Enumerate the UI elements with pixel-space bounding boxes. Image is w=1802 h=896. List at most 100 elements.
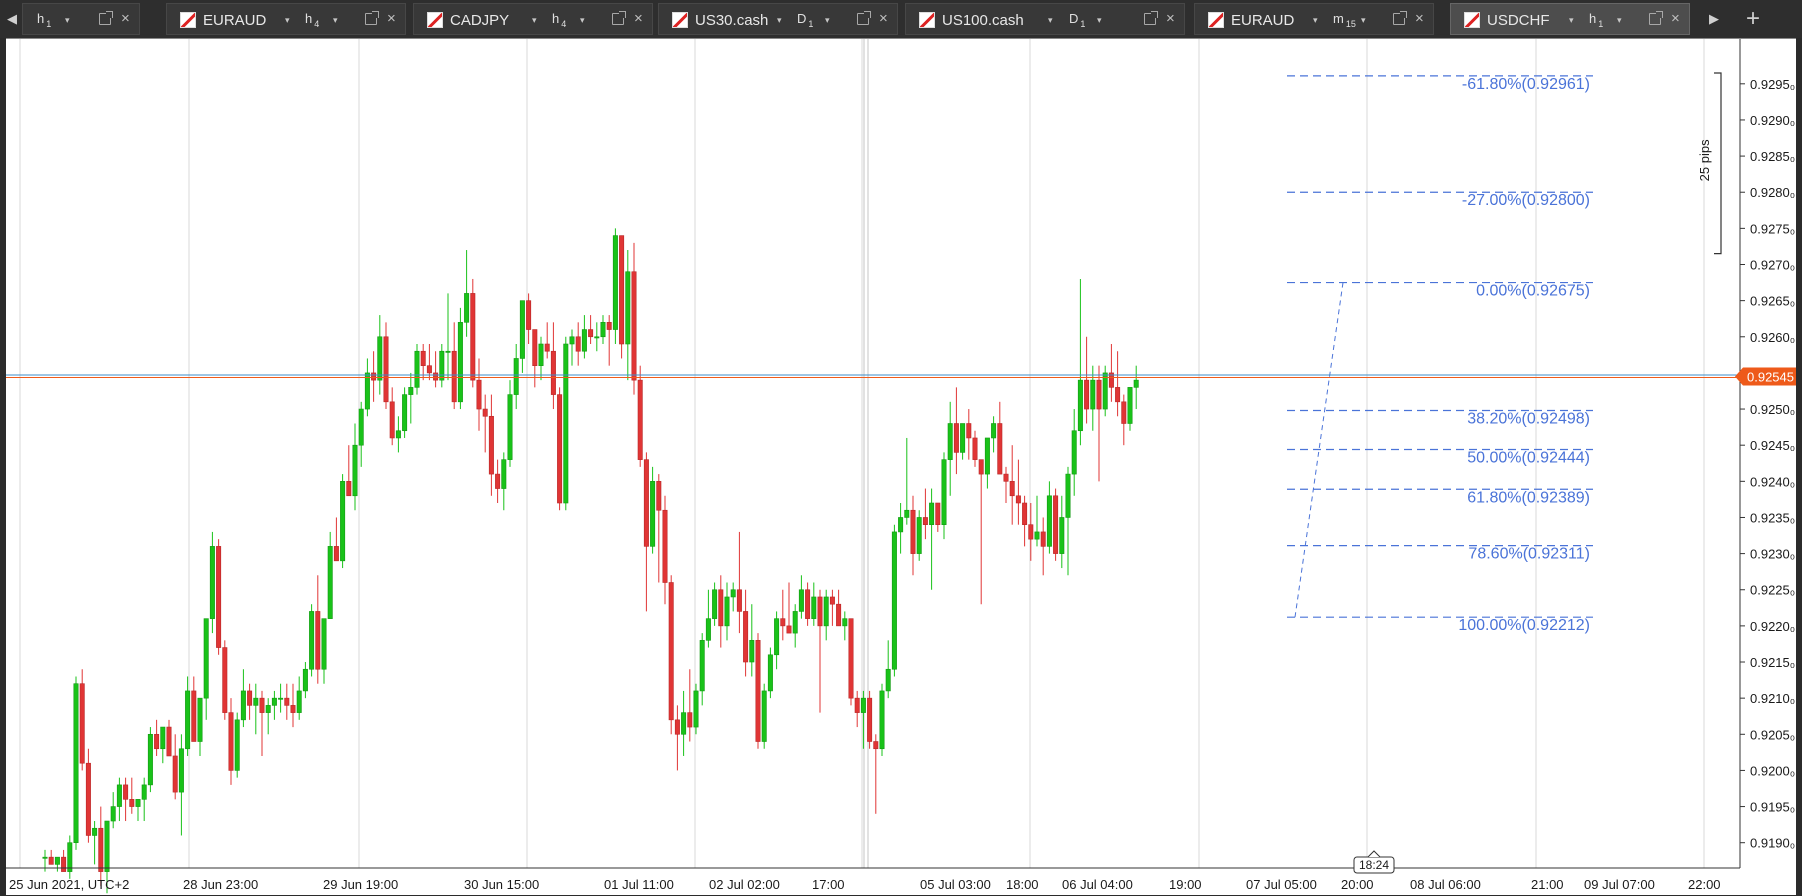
- fib-level-label: 50.00%(0.92444): [1467, 450, 1590, 467]
- price-tick-label: 0.9215₀: [1750, 655, 1795, 670]
- symbol-flag-icon: [180, 12, 196, 28]
- symbol-dropdown-caret-icon[interactable]: ▾: [1569, 15, 1574, 26]
- chart-tab-us30.cash-d1[interactable]: US30.cash ▾ D 1 ▾ ×: [658, 3, 898, 35]
- close-tab-icon[interactable]: ×: [634, 10, 643, 27]
- detach-window-icon[interactable]: [99, 11, 113, 25]
- symbol-dropdown-caret-icon[interactable]: ▾: [777, 15, 782, 26]
- bearish-candle: [557, 394, 563, 504]
- tab-timeframe-label[interactable]: h4: [305, 11, 319, 29]
- bullish-candle: [352, 444, 358, 497]
- bullish-candle: [1077, 379, 1083, 432]
- bullish-candle: [519, 300, 525, 359]
- tab-symbol-label: USDCHF: [1487, 12, 1550, 29]
- bullish-candle: [302, 668, 308, 692]
- bullish-candle: [203, 618, 209, 699]
- time-tick-label: 09 Jul 07:00: [1584, 877, 1655, 892]
- timeframe-dropdown-caret-icon[interactable]: ▾: [1097, 15, 1102, 26]
- tab-timeframe-label[interactable]: h4: [552, 11, 566, 29]
- bullish-candle: [253, 697, 259, 706]
- bullish-candle: [147, 733, 153, 786]
- timeframe-dropdown-caret-icon[interactable]: ▾: [65, 15, 70, 26]
- symbol-dropdown-caret-icon[interactable]: ▾: [285, 15, 290, 26]
- tab-timeframe-label[interactable]: h1: [1589, 11, 1603, 29]
- time-tick-label: 01 Jul 11:00: [604, 877, 674, 892]
- bullish-candle: [1065, 473, 1071, 518]
- bearish-candle: [619, 235, 625, 345]
- scroll-left-arrow-icon[interactable]: ◀: [0, 0, 24, 38]
- chart-tab-us100.cash-d1[interactable]: US100.cash ▾ D 1 ▾ ×: [905, 3, 1185, 35]
- timeframe-dropdown-caret-icon[interactable]: ▾: [1617, 15, 1622, 26]
- bullish-candle: [991, 423, 997, 439]
- close-tab-icon[interactable]: ×: [387, 10, 396, 27]
- detach-window-icon[interactable]: [1144, 11, 1158, 25]
- bullish-candle: [712, 589, 718, 619]
- bearish-candle: [854, 697, 860, 713]
- close-tab-icon[interactable]: ×: [1166, 10, 1175, 27]
- chart-tab-h1[interactable]: h 1 ▾ ×: [22, 3, 140, 35]
- symbol-flag-icon: [1208, 12, 1224, 28]
- symbol-dropdown-caret-icon[interactable]: ▾: [1313, 15, 1318, 26]
- chart-tab-cadjpy-h4[interactable]: CADJPY ▾ h 4 ▾ ×: [413, 3, 653, 35]
- bearish-candle: [1040, 531, 1046, 547]
- scroll-right-arrow-icon[interactable]: ▶: [1702, 0, 1726, 38]
- bearish-candle: [191, 690, 197, 742]
- bearish-candle: [1053, 495, 1059, 554]
- add-tab-plus-icon[interactable]: +: [1738, 0, 1768, 38]
- detach-window-icon[interactable]: [365, 11, 379, 25]
- bearish-candle: [631, 271, 637, 381]
- bearish-candle: [1009, 481, 1015, 497]
- close-tab-icon[interactable]: ×: [121, 10, 130, 27]
- bearish-candle: [85, 762, 91, 836]
- bullish-candle: [916, 517, 922, 554]
- bearish-candle: [1028, 524, 1034, 540]
- tab-timeframe-label[interactable]: m 15: [1333, 11, 1356, 29]
- bearish-candle: [495, 473, 501, 489]
- bullish-candle: [730, 589, 736, 598]
- symbol-dropdown-caret-icon[interactable]: ▾: [532, 15, 537, 26]
- tab-timeframe-label[interactable]: h1: [37, 11, 51, 29]
- bullish-candle: [364, 372, 370, 410]
- detach-window-icon[interactable]: [1649, 11, 1663, 25]
- detach-window-icon[interactable]: [612, 11, 626, 25]
- chart-tab-usdchf-h1[interactable]: USDCHF ▾ h 1 ▾ ×: [1450, 3, 1690, 35]
- close-tab-icon[interactable]: ×: [1415, 10, 1424, 27]
- chart-area[interactable]: -61.80%(0.92961) -27.00%(0.92800) 0.00%(0.…: [6, 38, 1796, 895]
- tab-timeframe-label[interactable]: D1: [1069, 11, 1085, 29]
- close-tab-icon[interactable]: ×: [879, 10, 888, 27]
- timeframe-dropdown-caret-icon[interactable]: ▾: [825, 15, 830, 26]
- tab-symbol-label: EURAUD: [203, 12, 267, 29]
- timeframe-letter: D: [1069, 11, 1079, 26]
- symbol-dropdown-caret-icon[interactable]: ▾: [1048, 15, 1053, 26]
- tab-symbol-label: US100.cash: [942, 12, 1024, 29]
- tab-timeframe-label[interactable]: D1: [797, 11, 813, 29]
- bullish-candle: [774, 618, 780, 656]
- chart-tab-euraud-m15[interactable]: EURAUD ▾ m 15 ▾ ×: [1194, 3, 1434, 35]
- bullish-candle: [947, 423, 953, 460]
- bullish-candle: [1046, 495, 1052, 547]
- bearish-candle: [488, 415, 494, 475]
- bullish-candle: [1034, 531, 1040, 540]
- bullish-candle: [104, 820, 110, 872]
- bearish-candle: [997, 423, 1003, 475]
- bearish-candle: [154, 733, 160, 750]
- timeframe-dropdown-caret-icon[interactable]: ▾: [1361, 15, 1366, 26]
- time-tick-label: 22:00: [1688, 877, 1721, 892]
- chart-tab-euraud-h4[interactable]: EURAUD ▾ h 4 ▾ ×: [166, 3, 406, 35]
- timeframe-dropdown-caret-icon[interactable]: ▾: [580, 15, 585, 26]
- bullish-candle: [178, 748, 184, 793]
- timeframe-number: 4: [561, 19, 567, 29]
- bearish-candle: [259, 697, 265, 713]
- bullish-candle: [904, 509, 910, 518]
- bearish-candle: [482, 408, 488, 417]
- bullish-candle: [445, 350, 451, 353]
- close-tab-icon[interactable]: ×: [1671, 10, 1680, 27]
- bullish-candle: [116, 784, 122, 807]
- bearish-candle: [371, 372, 377, 381]
- bearish-candle: [718, 589, 724, 627]
- bullish-candle: [929, 502, 935, 525]
- timeframe-dropdown-caret-icon[interactable]: ▾: [333, 15, 338, 26]
- bearish-candle: [755, 640, 761, 742]
- price-chart[interactable]: -61.80%(0.92961) -27.00%(0.92800) 0.00%(0.…: [6, 39, 1796, 896]
- detach-window-icon[interactable]: [857, 11, 871, 25]
- detach-window-icon[interactable]: [1393, 11, 1407, 25]
